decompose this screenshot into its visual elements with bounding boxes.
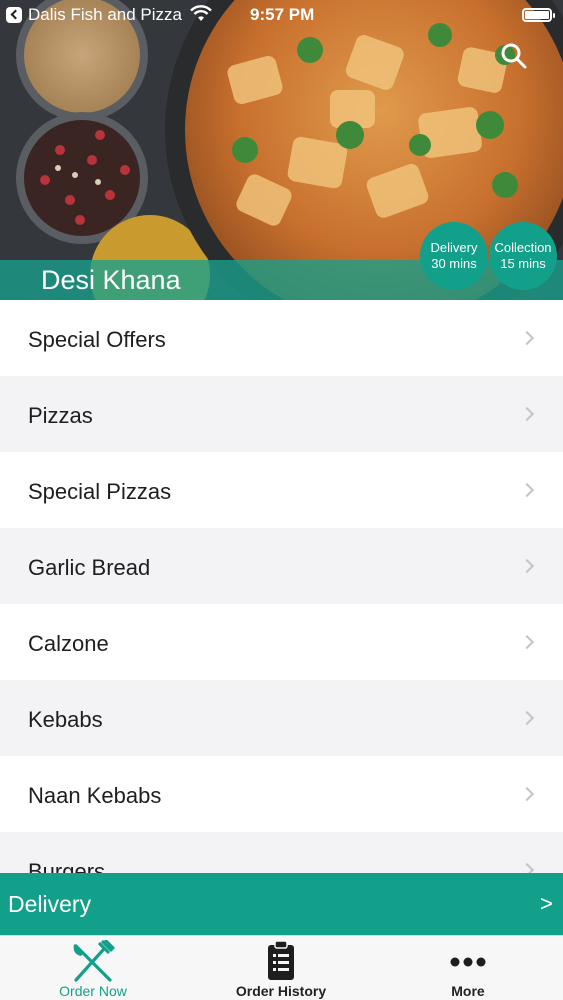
search-icon [501, 43, 527, 69]
menu-category-burgers[interactable]: Burgers [0, 832, 563, 873]
delivery-badge-time: 30 mins [431, 256, 477, 271]
menu-category-list: Special Offers Pizzas Special Pizzas Gar… [0, 300, 563, 873]
menu-category-label: Garlic Bread [28, 555, 151, 580]
collection-time-badge: Collection 15 mins [489, 222, 557, 290]
wifi-icon [190, 5, 212, 21]
menu-category-kebabs[interactable]: Kebabs [0, 680, 563, 756]
status-time: 9:57 PM [250, 5, 315, 24]
delivery-badge-label: Delivery [430, 240, 478, 255]
chevron-right-icon [519, 330, 535, 346]
chevron-right-icon [519, 406, 535, 422]
menu-category-label: Burgers [28, 859, 106, 873]
menu-category-naan-kebabs[interactable]: Naan Kebabs [0, 756, 563, 832]
battery-icon [522, 8, 555, 22]
menu-category-pizzas[interactable]: Pizzas [0, 376, 563, 452]
menu-category-garlic-bread[interactable]: Garlic Bread [0, 528, 563, 604]
tab-order-now[interactable]: Order Now [18, 936, 168, 1000]
chevron-right-icon [519, 634, 535, 650]
tab-more[interactable]: More [393, 936, 543, 1000]
delivery-mode-bar[interactable]: Delivery > [0, 873, 563, 935]
tab-label: Order History [235, 983, 327, 999]
tab-order-history[interactable]: Order History [206, 936, 356, 1000]
chevron-right-icon [519, 482, 535, 498]
hero-banner: Dalis Fish and Pizza 9:57 PM Desi Khana … [0, 0, 563, 300]
menu-category-label: Special Offers [28, 327, 166, 352]
chevron-right-icon [519, 862, 535, 873]
tab-label: Order Now [59, 983, 127, 999]
restaurant-title: Desi Khana [41, 265, 181, 295]
menu-category-special-pizzas[interactable]: Special Pizzas [0, 452, 563, 528]
menu-category-label: Kebabs [28, 707, 103, 732]
chevron-right-icon [519, 710, 535, 726]
fork-knife-icon [73, 940, 115, 982]
collection-badge-label: Collection [494, 240, 552, 255]
menu-category-special-offers[interactable]: Special Offers [0, 300, 563, 376]
menu-category-label: Special Pizzas [28, 479, 172, 504]
delivery-mode-label: Delivery [8, 891, 92, 917]
menu-category-label: Calzone [28, 631, 109, 656]
search-button[interactable] [498, 40, 530, 72]
chevron-right-icon [519, 558, 535, 574]
collection-badge-time: 15 mins [500, 256, 546, 271]
delivery-time-badge: Delivery 30 mins [420, 222, 488, 290]
menu-category-label: Pizzas [28, 403, 93, 428]
back-to-app-label[interactable]: Dalis Fish and Pizza [28, 5, 182, 25]
menu-category-label: Naan Kebabs [28, 783, 162, 808]
chevron-right-icon [519, 786, 535, 802]
back-to-app-icon[interactable] [6, 7, 22, 23]
tab-label: More [451, 983, 485, 999]
clipboard-icon [268, 940, 294, 980]
bottom-tab-bar: Order Now Order History More [0, 935, 563, 1000]
status-bar: Dalis Fish and Pizza 9:57 PM [0, 0, 563, 30]
chevron-right-icon: > [540, 891, 553, 916]
menu-category-calzone[interactable]: Calzone [0, 604, 563, 680]
more-dots-icon [450, 957, 486, 967]
